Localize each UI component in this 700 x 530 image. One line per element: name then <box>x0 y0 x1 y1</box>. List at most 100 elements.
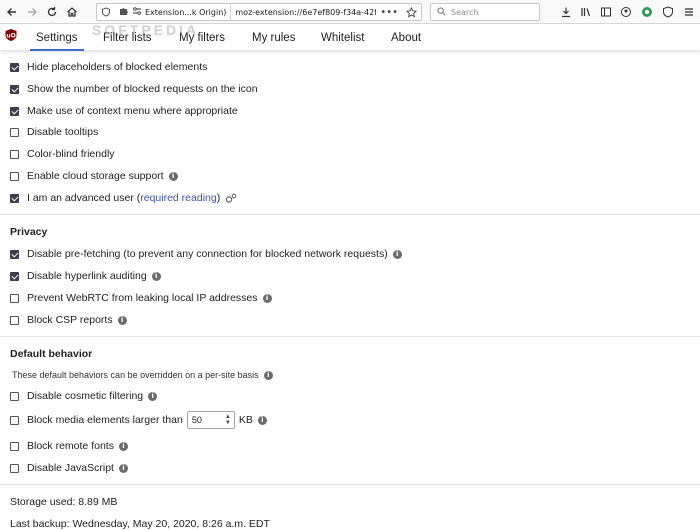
extension-green-icon[interactable] <box>638 3 656 21</box>
checkbox[interactable] <box>10 62 19 72</box>
forward-arrow-icon <box>28 8 37 16</box>
back-arrow-icon <box>7 8 16 16</box>
setting-block-csp[interactable]: Block CSP reports i <box>10 310 127 330</box>
info-icon[interactable]: i <box>117 315 127 325</box>
site-identity[interactable]: Extension...k Origin) <box>115 4 232 20</box>
setting-label: Disable hyperlink auditing <box>27 270 147 282</box>
tab-my-filters[interactable]: My filters <box>179 27 225 49</box>
checkbox[interactable] <box>10 415 19 425</box>
checkbox[interactable] <box>10 193 19 203</box>
section-divider <box>0 484 700 485</box>
setting-context-menu[interactable]: Make use of context menu where appropria… <box>10 101 238 121</box>
ublock-logo-icon: uO <box>4 28 18 42</box>
info-icon[interactable]: i <box>118 441 128 451</box>
info-icon[interactable]: i <box>257 415 267 425</box>
reload-icon <box>47 7 57 17</box>
sidebar-icon[interactable] <box>597 3 615 21</box>
setting-webrtc[interactable]: Prevent WebRTC from leaking local IP add… <box>10 288 272 308</box>
ublock-toolbar-icon[interactable] <box>659 3 677 21</box>
info-icon[interactable]: i <box>392 249 402 259</box>
setting-disable-tooltips[interactable]: Disable tooltips <box>10 122 98 142</box>
checkbox[interactable] <box>10 271 19 281</box>
tab-my-rules[interactable]: My rules <box>252 27 295 49</box>
media-size-input[interactable]: 50 ▲ ▼ <box>186 411 235 429</box>
setting-label: Disable cosmetic filtering <box>27 390 144 402</box>
setting-cosmetic-filtering[interactable]: Disable cosmetic filtering i <box>10 386 158 406</box>
tab-about[interactable]: About <box>391 27 421 49</box>
tab-settings[interactable]: Settings <box>30 27 84 51</box>
browser-toolbar: Extension...k Origin) moz-extension://6e… <box>0 0 700 24</box>
home-button[interactable] <box>63 3 81 21</box>
info-icon[interactable]: i <box>262 293 272 303</box>
section-title-privacy: Privacy <box>10 226 48 238</box>
tab-filter-lists[interactable]: Filter lists <box>103 27 152 49</box>
search-bar[interactable]: Search <box>430 3 540 21</box>
search-icon <box>437 6 446 18</box>
url-text[interactable]: moz-extension://6e7ef809-f34a-42f1 <box>231 4 376 20</box>
gears-icon[interactable] <box>225 193 237 204</box>
setting-advanced-user[interactable]: I am an advanced user ( required reading… <box>10 188 237 208</box>
setting-label: Show the number of blocked requests on t… <box>27 83 258 95</box>
setting-hyperlink-auditing[interactable]: Disable hyperlink auditing i <box>10 266 161 286</box>
setting-badge-count[interactable]: Show the number of blocked requests on t… <box>10 79 258 99</box>
page-actions-icon[interactable]: ••• <box>376 4 402 20</box>
checkbox[interactable] <box>10 391 19 401</box>
forward-button[interactable] <box>23 3 41 21</box>
info-icon[interactable]: i <box>168 171 178 181</box>
library-icon[interactable] <box>577 3 595 21</box>
required-reading-link[interactable]: required reading <box>140 192 216 204</box>
downloads-icon[interactable] <box>557 3 575 21</box>
stepper-arrows-icon[interactable]: ▲ ▼ <box>225 414 231 426</box>
media-size-value: 50 <box>191 415 202 425</box>
shield-icon[interactable] <box>97 4 115 20</box>
reload-button[interactable] <box>43 3 61 21</box>
section-title-default-behavior: Default behavior <box>10 348 93 360</box>
menu-icon[interactable] <box>680 3 698 21</box>
site-identity-label: Extension...k Origin) <box>145 7 227 17</box>
setting-cloud-storage[interactable]: Enable cloud storage support i <box>10 166 178 186</box>
checkbox[interactable] <box>10 293 19 303</box>
bookmark-star-icon[interactable] <box>402 4 421 20</box>
tab-whitelist[interactable]: Whitelist <box>321 27 364 49</box>
account-icon[interactable] <box>617 3 635 21</box>
checkbox[interactable] <box>10 315 19 325</box>
section-divider <box>0 336 700 337</box>
info-icon[interactable]: i <box>151 271 161 281</box>
section-divider <box>0 214 700 215</box>
storage-used: Storage used: 8.89 MB <box>10 496 118 508</box>
url-bar[interactable]: Extension...k Origin) moz-extension://6e… <box>96 3 422 21</box>
info-icon[interactable]: i <box>148 391 158 401</box>
home-icon <box>67 7 77 17</box>
checkbox[interactable] <box>10 106 19 116</box>
back-button[interactable] <box>3 3 21 21</box>
checkbox[interactable] <box>10 441 19 451</box>
setting-hide-placeholders[interactable]: Hide placeholders of blocked elements <box>10 57 207 77</box>
settings-content: Hide placeholders of blocked elements Sh… <box>0 50 700 530</box>
setting-disable-javascript[interactable]: Disable JavaScript i <box>10 458 128 478</box>
setting-label: I am an advanced user ( <box>27 192 141 204</box>
info-icon[interactable]: i <box>118 463 128 473</box>
checkbox[interactable] <box>10 249 19 259</box>
info-icon[interactable]: i <box>263 370 273 380</box>
svg-text:uO: uO <box>6 33 15 40</box>
checkbox[interactable] <box>10 149 19 159</box>
setting-label-suffix: ) <box>216 192 221 204</box>
setting-label: Block remote fonts <box>27 440 114 452</box>
setting-color-blind[interactable]: Color-blind friendly <box>10 144 115 164</box>
setting-label: Enable cloud storage support <box>27 170 164 182</box>
setting-label: Block CSP reports <box>27 314 113 326</box>
checkbox[interactable] <box>10 84 19 94</box>
puzzle-icon <box>119 6 129 18</box>
permissions-icon <box>132 6 142 18</box>
note-text: These default behaviors can be overridde… <box>12 370 259 380</box>
setting-remote-fonts[interactable]: Block remote fonts i <box>10 436 128 456</box>
checkbox[interactable] <box>10 171 19 181</box>
setting-label: Hide placeholders of blocked elements <box>27 61 208 73</box>
setting-label: Prevent WebRTC from leaking local IP add… <box>27 292 258 304</box>
checkbox[interactable] <box>10 463 19 473</box>
setting-block-media[interactable]: Block media elements larger than 50 ▲ ▼ K… <box>10 410 267 430</box>
last-backup: Last backup: Wednesday, May 20, 2020, 8:… <box>10 518 270 530</box>
setting-disable-prefetching[interactable]: Disable pre-fetching (to prevent any con… <box>10 244 402 264</box>
checkbox[interactable] <box>10 127 19 137</box>
setting-label: Make use of context menu where appropria… <box>27 105 238 117</box>
